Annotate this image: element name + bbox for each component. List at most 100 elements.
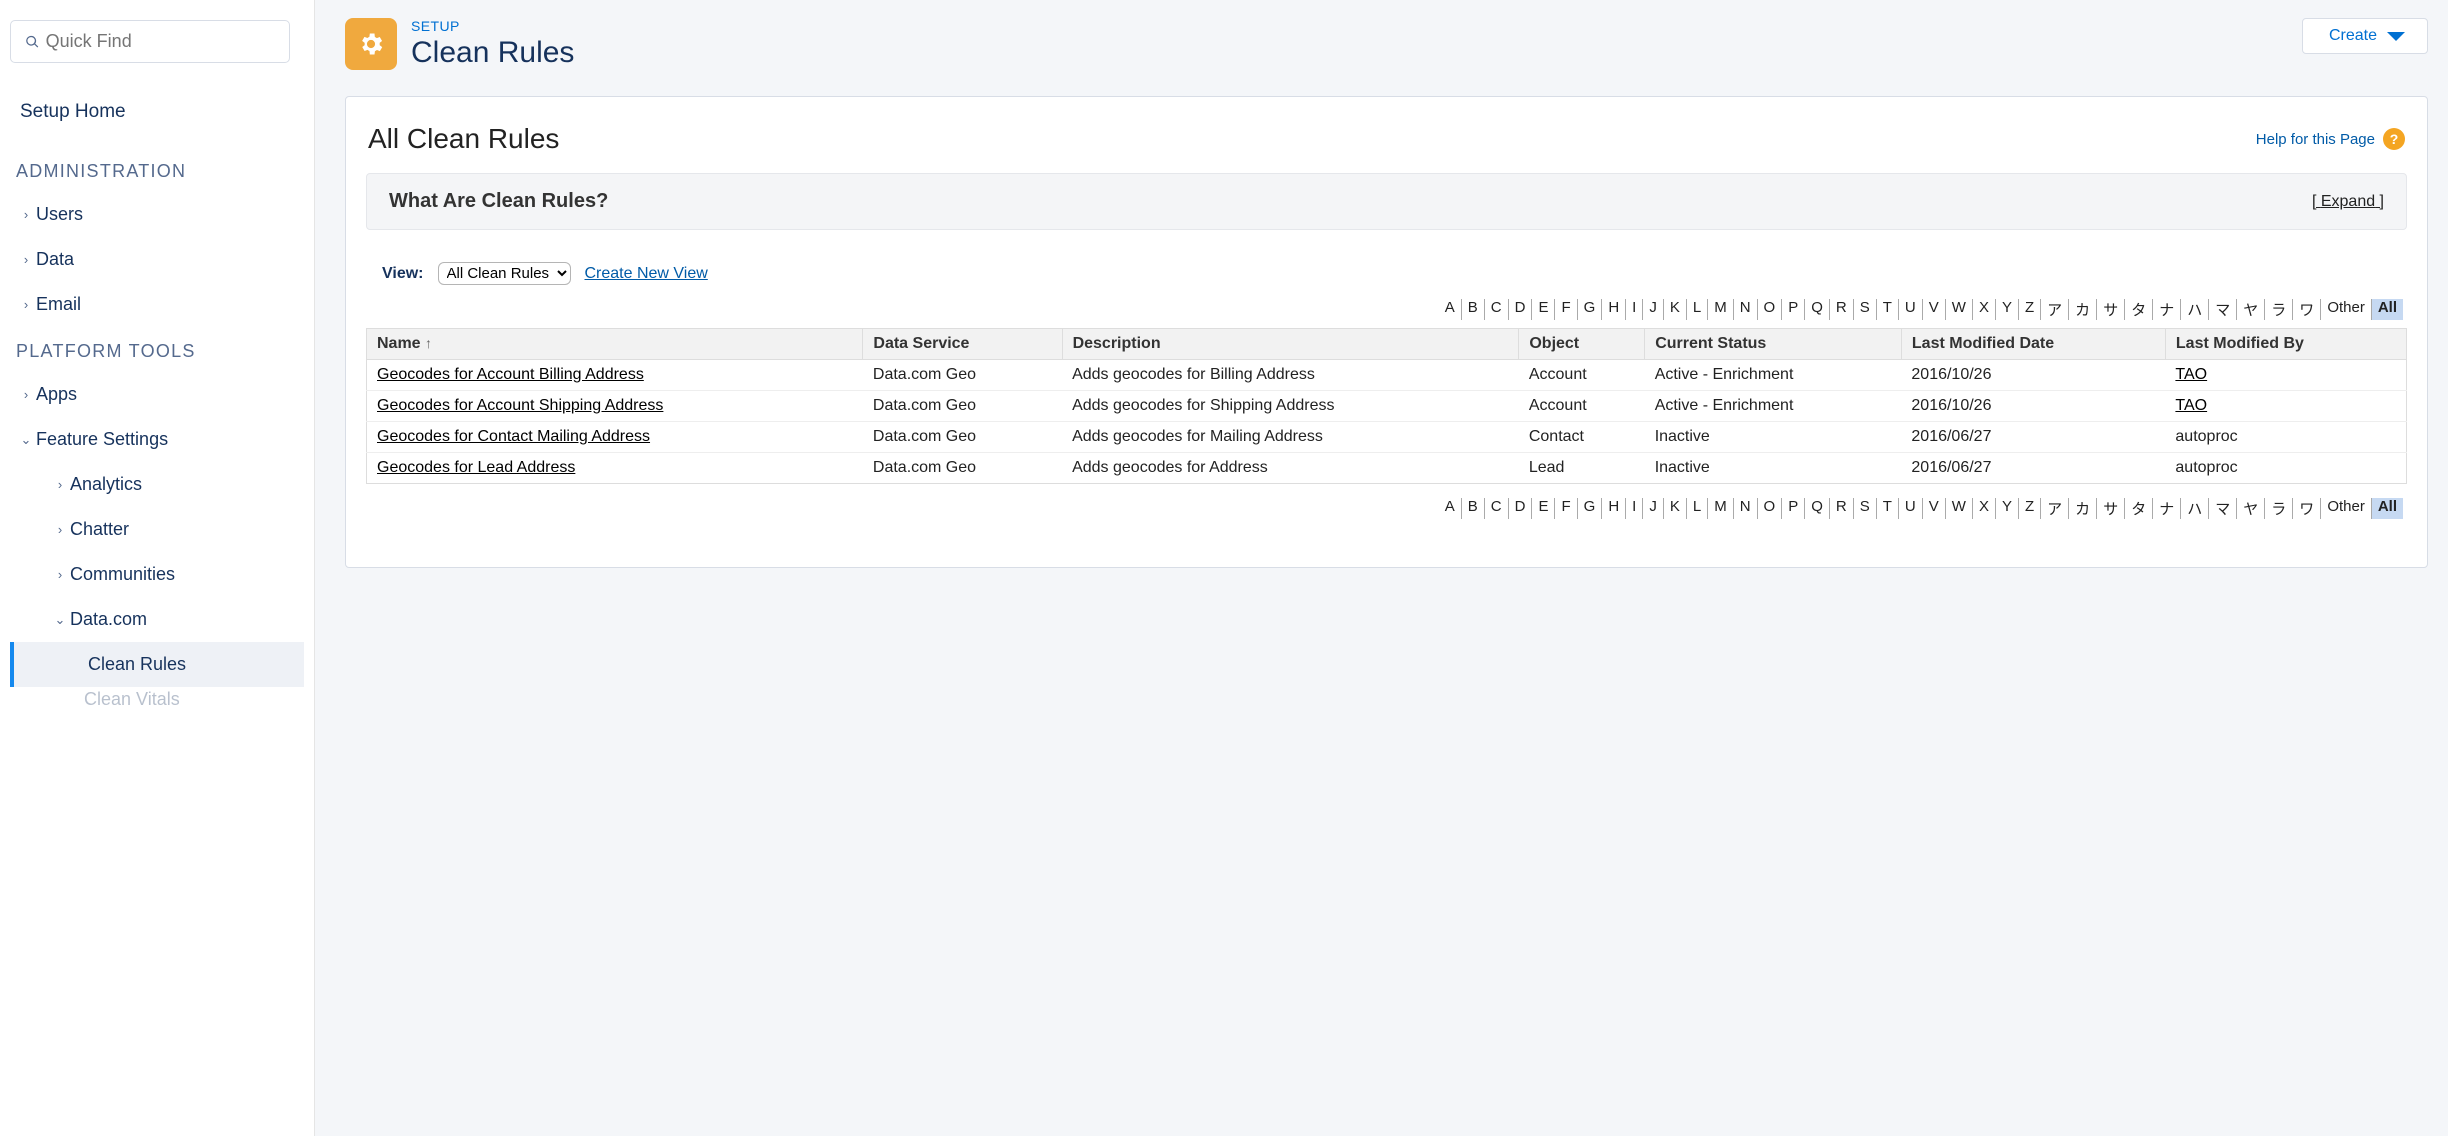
- quick-find-input[interactable]: [46, 31, 275, 52]
- rule-name-link[interactable]: Geocodes for Lead Address: [377, 459, 575, 476]
- nav-data[interactable]: ›Data: [10, 237, 304, 282]
- alpha-letter[interactable]: C: [1485, 498, 1509, 519]
- alpha-letter[interactable]: Y: [1996, 299, 2019, 320]
- quick-find-container[interactable]: [10, 20, 290, 63]
- alpha-letter[interactable]: ア: [2041, 498, 2069, 519]
- alpha-letter[interactable]: サ: [2097, 299, 2125, 320]
- alpha-letter[interactable]: P: [1782, 299, 1805, 320]
- alpha-letter[interactable]: L: [1687, 299, 1708, 320]
- alpha-letter[interactable]: サ: [2097, 498, 2125, 519]
- alpha-letter[interactable]: M: [1708, 498, 1734, 519]
- alpha-letter[interactable]: G: [1578, 498, 1603, 519]
- alpha-letter[interactable]: カ: [2069, 498, 2097, 519]
- alpha-letter[interactable]: N: [1734, 498, 1758, 519]
- nav-communities[interactable]: ›Communities: [10, 552, 304, 597]
- alpha-letter[interactable]: Q: [1805, 299, 1830, 320]
- alpha-letter[interactable]: E: [1532, 498, 1555, 519]
- alpha-letter[interactable]: O: [1758, 299, 1783, 320]
- alpha-letter[interactable]: G: [1578, 299, 1603, 320]
- alpha-letter[interactable]: N: [1734, 299, 1758, 320]
- alpha-letter[interactable]: P: [1782, 498, 1805, 519]
- alpha-letter[interactable]: タ: [2125, 299, 2153, 320]
- alpha-letter[interactable]: S: [1854, 498, 1877, 519]
- alpha-letter[interactable]: R: [1830, 299, 1854, 320]
- alpha-letter[interactable]: ナ: [2153, 498, 2181, 519]
- nav-analytics[interactable]: ›Analytics: [10, 462, 304, 507]
- alpha-letter[interactable]: ラ: [2265, 498, 2293, 519]
- alpha-letter[interactable]: マ: [2209, 299, 2237, 320]
- alpha-letter[interactable]: I: [1626, 498, 1643, 519]
- alpha-letter[interactable]: ワ: [2293, 299, 2321, 320]
- col-description[interactable]: Description: [1062, 329, 1519, 360]
- alpha-letter[interactable]: B: [1462, 498, 1485, 519]
- alpha-letter[interactable]: J: [1643, 299, 1664, 320]
- alpha-letter[interactable]: ハ: [2181, 498, 2209, 519]
- nav-setup-home[interactable]: Setup Home: [10, 93, 304, 147]
- alpha-letter[interactable]: E: [1532, 299, 1555, 320]
- alpha-letter[interactable]: T: [1877, 498, 1899, 519]
- alpha-other[interactable]: Other: [2321, 498, 2372, 519]
- alpha-letter[interactable]: H: [1602, 498, 1626, 519]
- alpha-letter[interactable]: C: [1485, 299, 1509, 320]
- alpha-letter[interactable]: S: [1854, 299, 1877, 320]
- col-data-service[interactable]: Data Service: [863, 329, 1062, 360]
- alpha-letter[interactable]: カ: [2069, 299, 2097, 320]
- nav-apps[interactable]: ›Apps: [10, 372, 304, 417]
- alpha-letter[interactable]: D: [1509, 498, 1533, 519]
- alpha-letter[interactable]: ワ: [2293, 498, 2321, 519]
- alpha-letter[interactable]: L: [1687, 498, 1708, 519]
- nav-email[interactable]: ›Email: [10, 282, 304, 327]
- alpha-letter[interactable]: Z: [2019, 299, 2041, 320]
- nav-chatter[interactable]: ›Chatter: [10, 507, 304, 552]
- alpha-letter[interactable]: A: [1439, 299, 1462, 320]
- col-current-status[interactable]: Current Status: [1645, 329, 1902, 360]
- alpha-all[interactable]: All: [2372, 299, 2403, 320]
- alpha-letter[interactable]: B: [1462, 299, 1485, 320]
- help-link[interactable]: Help for this Page ?: [2256, 128, 2405, 150]
- alpha-letter[interactable]: F: [1555, 498, 1577, 519]
- alpha-letter[interactable]: ナ: [2153, 299, 2181, 320]
- alpha-letter[interactable]: H: [1602, 299, 1626, 320]
- col-last-modified-date[interactable]: Last Modified Date: [1901, 329, 2165, 360]
- alpha-letter[interactable]: A: [1439, 498, 1462, 519]
- create-button[interactable]: Create: [2302, 18, 2428, 54]
- alpha-letter[interactable]: ハ: [2181, 299, 2209, 320]
- alpha-letter[interactable]: マ: [2209, 498, 2237, 519]
- alpha-letter[interactable]: タ: [2125, 498, 2153, 519]
- alpha-letter[interactable]: ヤ: [2237, 498, 2265, 519]
- alpha-letter[interactable]: T: [1877, 299, 1899, 320]
- alpha-letter[interactable]: ラ: [2265, 299, 2293, 320]
- alpha-all[interactable]: All: [2372, 498, 2403, 519]
- alpha-letter[interactable]: U: [1899, 299, 1923, 320]
- alpha-letter[interactable]: K: [1664, 498, 1687, 519]
- col-name[interactable]: Name ↑: [367, 329, 863, 360]
- alpha-letter[interactable]: V: [1923, 498, 1946, 519]
- alpha-letter[interactable]: X: [1973, 299, 1996, 320]
- alpha-letter[interactable]: J: [1643, 498, 1664, 519]
- col-last-modified-by[interactable]: Last Modified By: [2165, 329, 2406, 360]
- nav-clean-vitals[interactable]: Clean Vitals: [10, 687, 304, 711]
- rule-name-link[interactable]: Geocodes for Account Billing Address: [377, 366, 644, 383]
- rule-name-link[interactable]: Geocodes for Account Shipping Address: [377, 397, 663, 414]
- alpha-letter[interactable]: K: [1664, 299, 1687, 320]
- alpha-letter[interactable]: V: [1923, 299, 1946, 320]
- alpha-letter[interactable]: W: [1946, 498, 1973, 519]
- nav-data-com[interactable]: ⌄Data.com: [10, 597, 304, 642]
- alpha-letter[interactable]: Q: [1805, 498, 1830, 519]
- alpha-letter[interactable]: X: [1973, 498, 1996, 519]
- alpha-letter[interactable]: ア: [2041, 299, 2069, 320]
- alpha-other[interactable]: Other: [2321, 299, 2372, 320]
- user-link[interactable]: TAO: [2175, 366, 2207, 383]
- col-object[interactable]: Object: [1519, 329, 1645, 360]
- expand-link[interactable]: [ Expand ]: [2312, 193, 2384, 211]
- alpha-letter[interactable]: F: [1555, 299, 1577, 320]
- alpha-letter[interactable]: W: [1946, 299, 1973, 320]
- alpha-letter[interactable]: Z: [2019, 498, 2041, 519]
- alpha-letter[interactable]: M: [1708, 299, 1734, 320]
- alpha-letter[interactable]: O: [1758, 498, 1783, 519]
- user-link[interactable]: TAO: [2175, 397, 2207, 414]
- alpha-letter[interactable]: Y: [1996, 498, 2019, 519]
- nav-users[interactable]: ›Users: [10, 192, 304, 237]
- alpha-letter[interactable]: R: [1830, 498, 1854, 519]
- alpha-letter[interactable]: U: [1899, 498, 1923, 519]
